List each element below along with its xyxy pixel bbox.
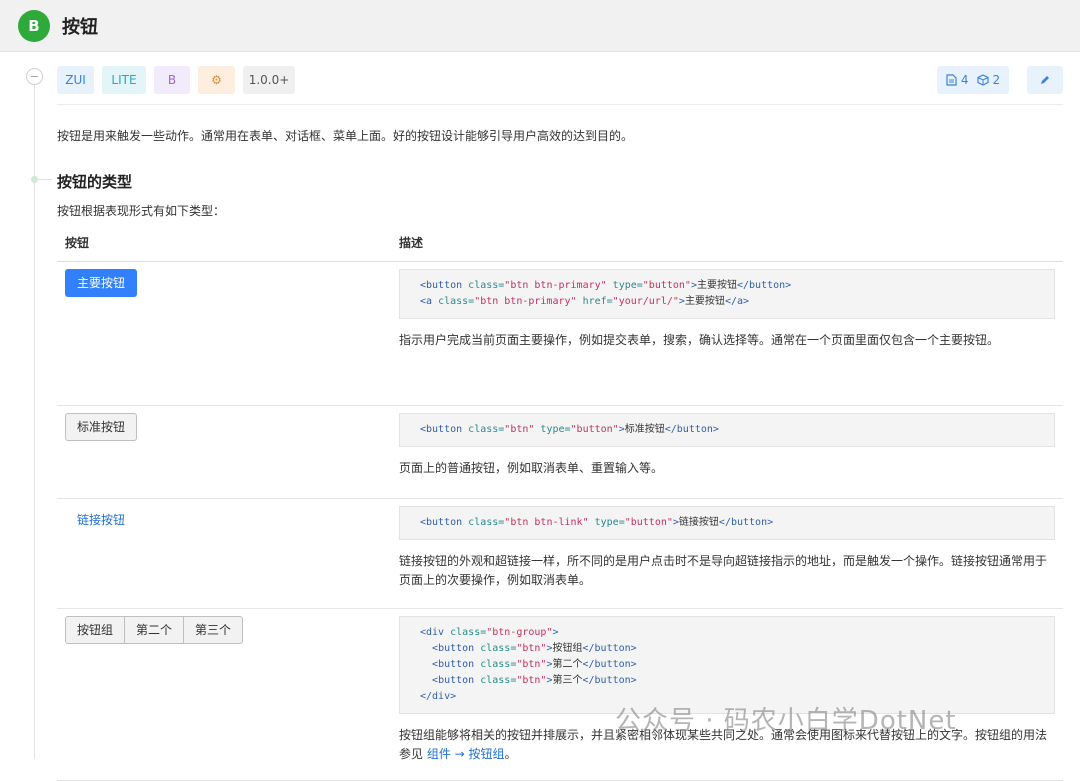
standard-button[interactable]: 标准按钮 <box>65 412 138 441</box>
code-block: <button class="btn" type="button">标准按钮</… <box>399 412 1055 447</box>
page-header: B 按钮 <box>0 0 1080 52</box>
edit-button[interactable] <box>1027 66 1063 94</box>
divider <box>57 104 1063 105</box>
group-button-second[interactable]: 第二个 <box>124 615 185 644</box>
code-line: <button class="btn btn-primary" type="bu… <box>420 279 792 291</box>
button-group: 按钮组 第二个 第三个 <box>65 615 244 644</box>
tag-list: ZUI LITE B ⚙ 1.0.0+ <box>57 66 295 94</box>
table-row: 标准按钮 <button class="btn" type="button">标… <box>57 405 1063 499</box>
code-line: <button class="btn" type="button">标准按钮</… <box>420 423 719 435</box>
collapse-toggle[interactable] <box>26 68 43 85</box>
page-title: 按钮 <box>62 16 98 38</box>
code-line: <button class="btn">第二个</button> <box>432 658 637 670</box>
code-block: <button class="btn btn-link" type="butto… <box>399 505 1055 540</box>
code-line: <a class="btn btn-primary" href="your/ur… <box>420 295 750 307</box>
group-button-third[interactable]: 第三个 <box>183 615 244 644</box>
intro-text: 按钮是用来触发一些动作。通常用在表单、对话框、菜单上面。好的按钮设计能够引导用户… <box>57 129 634 143</box>
code-line: <button class="btn">第三个</button> <box>432 674 637 686</box>
pencil-icon <box>1041 76 1049 84</box>
code-line: <div class="btn-group"> <box>420 626 559 638</box>
primary-button[interactable]: 主要按钮 <box>65 268 138 297</box>
watermark: 公众号 · 码农小白学DotNet <box>615 706 957 736</box>
tag-zui[interactable]: ZUI <box>57 66 94 94</box>
section-subtitle: 按钮根据表现形式有如下类型： <box>57 204 226 218</box>
files-count: 4 <box>960 73 969 87</box>
column-header-button: 按钮 <box>57 224 391 262</box>
group-button-first[interactable]: 按钮组 <box>65 615 126 644</box>
button-types-table: 按钮 描述 主要按钮 <button class="btn btn-primar… <box>57 224 1063 781</box>
table-row: 主要按钮 <button class="btn btn-primary" typ… <box>57 261 1063 406</box>
table-row: 链接按钮 <button class="btn btn-link" type="… <box>57 498 1063 609</box>
code-block: <button class="btn btn-primary" type="bu… <box>399 268 1055 319</box>
row-description: 指示用户完成当前页面主要操作，例如提交表单，搜索，确认选择等。通常在一个页面里面… <box>399 332 1000 347</box>
row-description: 页面上的普通按钮，例如取消表单、重置输入等。 <box>399 460 664 475</box>
code-block: <div class="btn-group"> <button class="b… <box>399 615 1055 714</box>
button-group-link[interactable]: 组件 → 按钮组 <box>427 747 505 761</box>
section-dot <box>31 176 38 183</box>
tag-lite[interactable]: LITE <box>102 66 146 94</box>
section-title: 按钮的类型 <box>57 173 133 191</box>
stats-button[interactable]: 4 2 <box>937 66 1009 94</box>
packages-count: 2 <box>992 73 1001 87</box>
section-connector <box>38 179 52 180</box>
column-header-desc: 描述 <box>391 224 1063 262</box>
link-button[interactable]: 链接按钮 <box>65 506 137 534</box>
code-line: <button class="btn">按钮组</button> <box>432 642 637 654</box>
tag-b[interactable]: B <box>154 66 190 94</box>
logo-badge: B <box>18 9 50 42</box>
package-icon <box>976 74 989 86</box>
tag-version[interactable]: 1.0.0+ <box>243 66 295 94</box>
code-line: <button class="btn btn-link" type="butto… <box>420 516 774 528</box>
gears-icon[interactable]: ⚙ <box>198 66 235 94</box>
row-description: 链接按钮的外观和超链接一样，所不同的是用户点击时不是导向超链接指示的地址，而是触… <box>399 553 1048 587</box>
file-icon <box>946 74 957 86</box>
table-row: 按钮组 第二个 第三个 <div class="btn-group"> <but… <box>57 608 1063 781</box>
